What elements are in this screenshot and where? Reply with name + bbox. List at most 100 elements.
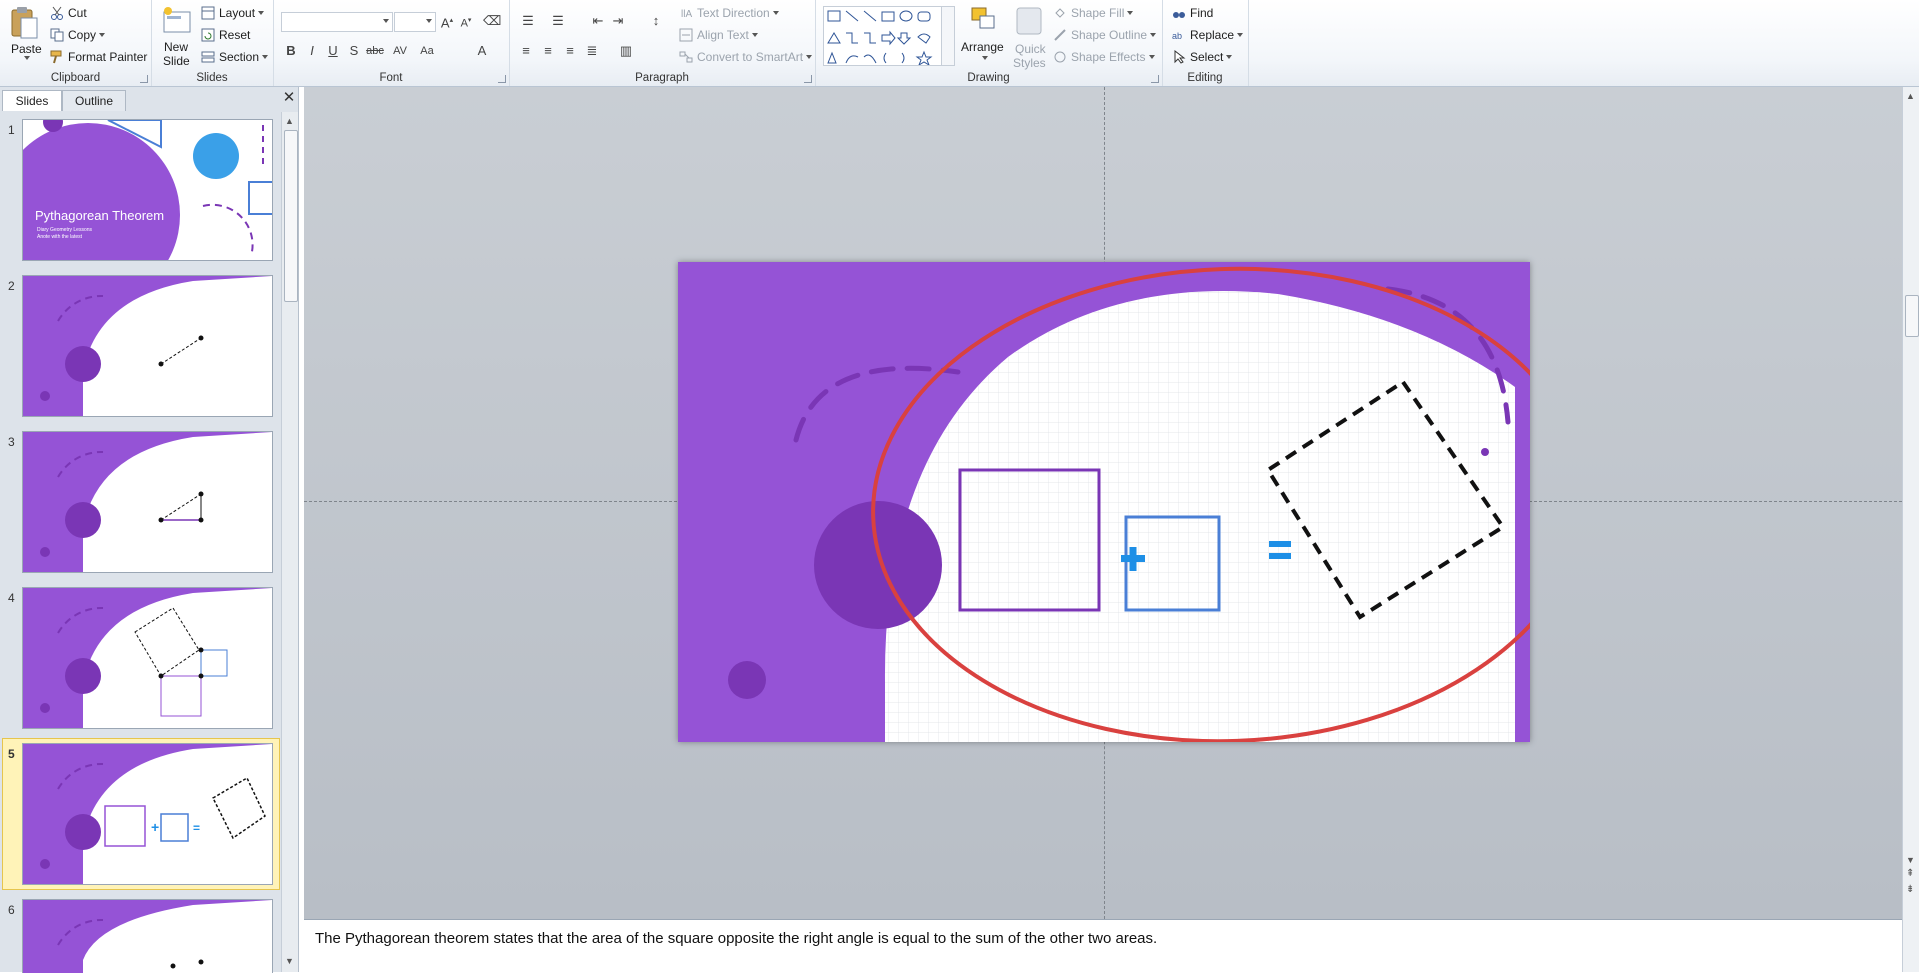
shape-fill-label: Shape Fill <box>1071 6 1125 20</box>
font-size-combo[interactable] <box>394 12 436 32</box>
panel-scroll-thumb[interactable] <box>284 130 298 302</box>
grow-font-icon[interactable]: A▴ <box>438 12 456 30</box>
close-panel-icon[interactable]: ✕ <box>282 90 296 106</box>
main-scroll-thumb[interactable] <box>1905 295 1919 337</box>
decrease-indent-icon[interactable]: ⇤ <box>589 12 607 30</box>
shape-effects-button[interactable]: Shape Effects <box>1053 50 1155 64</box>
shape-fill-button[interactable]: Shape Fill <box>1053 6 1134 20</box>
clipboard-group: Paste Cut Copy Format Painter Clipboard <box>0 0 152 86</box>
scroll-up-icon[interactable]: ▲ <box>285 116 294 126</box>
shapes-gallery-icon <box>827 10 933 67</box>
shrink-font-icon[interactable]: A▾ <box>457 12 475 30</box>
quick-styles-button[interactable]: Quick Styles <box>1009 4 1049 70</box>
justify-icon[interactable]: ≣ <box>583 42 601 60</box>
increase-indent-icon[interactable]: ⇥ <box>609 12 627 30</box>
cursor-icon <box>1172 49 1186 64</box>
font-color-icon[interactable]: A <box>473 42 491 60</box>
reset-button[interactable]: Reset <box>201 28 250 42</box>
main-scroll-down-icon[interactable]: ▼ <box>1906 855 1915 865</box>
effects-icon <box>1053 50 1067 64</box>
slide-thumbnail-1[interactable]: Pythagorean Theorem Diary Geometry Lesso… <box>22 119 273 261</box>
font-group: A▴ A▾ ⌫ B I U S abc AV Aa A Font <box>273 0 510 86</box>
align-text-button[interactable]: Align Text <box>679 28 758 42</box>
slides-group: New Slide Layout Reset Section Slides <box>151 0 274 86</box>
paste-button[interactable]: Paste <box>6 4 42 62</box>
tab-slides[interactable]: Slides <box>2 90 62 111</box>
cut-button[interactable]: Cut <box>50 6 87 20</box>
format-painter-button[interactable]: Format Painter <box>50 50 147 64</box>
slide-thumbnail-6[interactable] <box>22 899 273 973</box>
arrange-label: Arrange <box>961 40 1004 54</box>
slide-2-art <box>23 276 272 416</box>
shapes-gallery[interactable] <box>823 6 955 67</box>
clipboard-launcher-icon[interactable] <box>140 75 148 83</box>
paragraph-launcher-icon[interactable] <box>804 75 812 83</box>
tab-outline[interactable]: Outline <box>62 90 126 111</box>
slide-editing-area[interactable] <box>304 87 1902 919</box>
quick-styles-label-1: Quick <box>1015 42 1046 56</box>
reset-label: Reset <box>219 28 251 42</box>
line-spacing-icon[interactable]: ↕ <box>647 12 665 30</box>
slide-number-3: 3 <box>8 435 15 449</box>
bullets-icon[interactable]: ☰ <box>519 12 537 30</box>
pencil-icon <box>1053 28 1067 42</box>
find-button[interactable]: Find <box>1172 6 1213 20</box>
shape-outline-label: Shape Outline <box>1071 28 1148 42</box>
shapes-gallery-scroll[interactable] <box>941 7 954 65</box>
drawing-launcher-icon[interactable] <box>1151 75 1159 83</box>
change-case-icon[interactable]: Aa <box>418 42 436 60</box>
paragraph-group: ☰ ☰ ⇤ ⇥ ↕ llA Text Direction Align Text C… <box>509 0 816 86</box>
replace-button[interactable]: ab Replace <box>1172 28 1244 42</box>
main-scroll-up-icon[interactable]: ▲ <box>1906 91 1915 101</box>
copy-button[interactable]: Copy <box>50 28 106 42</box>
editing-group-title: Editing <box>1187 72 1223 84</box>
shadow-icon[interactable]: S <box>345 42 363 60</box>
slide-number-2: 2 <box>8 279 15 293</box>
panel-scrollbar[interactable]: ▲ ▼ <box>281 112 298 972</box>
paste-dropdown-icon <box>24 56 30 60</box>
underline-icon[interactable]: U <box>324 42 342 60</box>
main-vertical-scrollbar[interactable]: ▲ ▼ ⇞ ⇟ <box>1902 87 1919 972</box>
new-slide-button[interactable]: New Slide <box>157 4 197 70</box>
notes-text[interactable]: The Pythagorean theorem states that the … <box>315 930 1157 947</box>
paste-label: Paste <box>11 42 42 56</box>
slide-thumbnail-3[interactable] <box>22 431 273 573</box>
svg-text:ab: ab <box>1172 31 1182 41</box>
numbering-icon[interactable]: ☰ <box>549 12 567 30</box>
find-label: Find <box>1190 6 1214 20</box>
strikethrough-icon[interactable]: abc <box>366 42 384 60</box>
arrange-button[interactable]: Arrange <box>961 4 1007 70</box>
columns-icon[interactable]: ▥ <box>617 42 635 60</box>
layout-icon <box>201 6 215 20</box>
shape-outline-button[interactable]: Shape Outline <box>1053 28 1157 42</box>
clear-formatting-icon[interactable]: ⌫ <box>483 12 501 30</box>
align-right-icon[interactable]: ≡ <box>561 42 579 60</box>
shape-fill-dropdown-icon <box>1127 11 1134 15</box>
slide-number-6: 6 <box>8 903 15 917</box>
section-button[interactable]: Section <box>201 50 269 64</box>
align-left-icon[interactable]: ≡ <box>517 42 535 60</box>
notes-pane[interactable]: The Pythagorean theorem states that the … <box>304 919 1902 973</box>
text-direction-button[interactable]: llA Text Direction <box>679 6 779 20</box>
bold-icon[interactable]: B <box>282 42 300 60</box>
section-dropdown-icon <box>262 55 269 59</box>
character-spacing-icon[interactable]: AV <box>391 42 409 60</box>
convert-smartart-button[interactable]: Convert to SmartArt <box>679 50 813 64</box>
select-button[interactable]: Select <box>1172 49 1233 64</box>
align-center-icon[interactable]: ≡ <box>539 42 557 60</box>
slide-thumbnail-2[interactable] <box>22 275 273 417</box>
slide-thumbnail-5[interactable]: + = <box>22 743 273 885</box>
italic-icon[interactable]: I <box>303 42 321 60</box>
scroll-down-icon[interactable]: ▼ <box>285 956 294 966</box>
drawing-group-title: Drawing <box>967 72 1010 84</box>
slide-number-5: 5 <box>8 747 15 761</box>
layout-button[interactable]: Layout <box>201 6 265 20</box>
current-slide[interactable] <box>678 262 1530 742</box>
slide-thumbnail-4[interactable] <box>22 587 273 729</box>
section-icon <box>201 50 215 64</box>
previous-slide-icon[interactable]: ⇞ <box>1906 869 1914 879</box>
font-launcher-icon[interactable] <box>498 75 506 83</box>
font-name-combo[interactable] <box>281 12 393 32</box>
next-slide-icon[interactable]: ⇟ <box>1906 885 1914 895</box>
font-size-dropdown-icon <box>426 19 432 23</box>
